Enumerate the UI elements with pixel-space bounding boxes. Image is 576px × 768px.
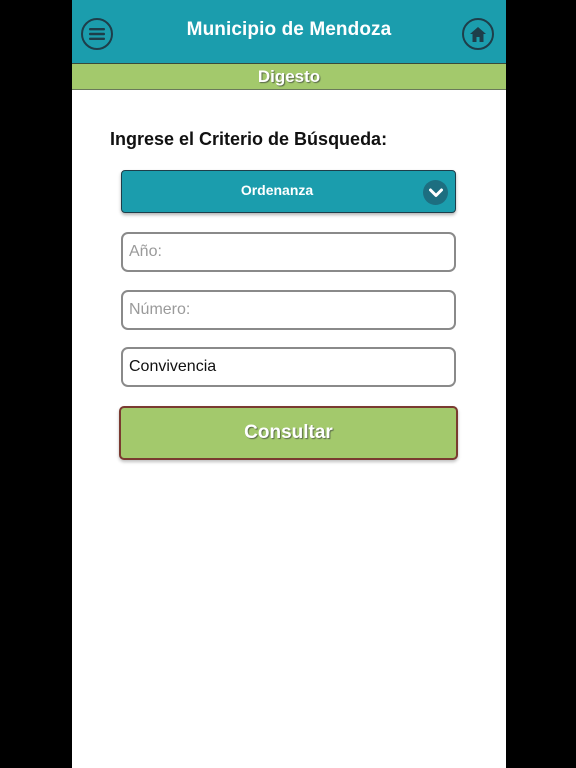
home-button[interactable] xyxy=(462,18,494,50)
document-type-value: Ordenanza xyxy=(240,182,314,198)
search-criteria-label: Ingrese el Criterio de Búsqueda: xyxy=(110,129,388,149)
year-input[interactable] xyxy=(121,232,456,272)
section-title: Digesto xyxy=(257,67,321,86)
number-input[interactable] xyxy=(121,290,456,330)
app-screen: Municipio de Mendoza Digesto Ingrese el … xyxy=(72,0,506,768)
document-type-select[interactable]: Ordenanza xyxy=(121,170,456,213)
chevron-down-icon xyxy=(423,180,448,205)
app-title: Municipio de Mendoza xyxy=(186,19,392,40)
consultar-button[interactable]: Consultar xyxy=(119,406,458,460)
home-icon xyxy=(470,26,486,42)
keyword-input[interactable] xyxy=(121,347,456,387)
section-bar: Digesto xyxy=(72,63,506,90)
app-header: Municipio de Mendoza xyxy=(72,0,506,63)
